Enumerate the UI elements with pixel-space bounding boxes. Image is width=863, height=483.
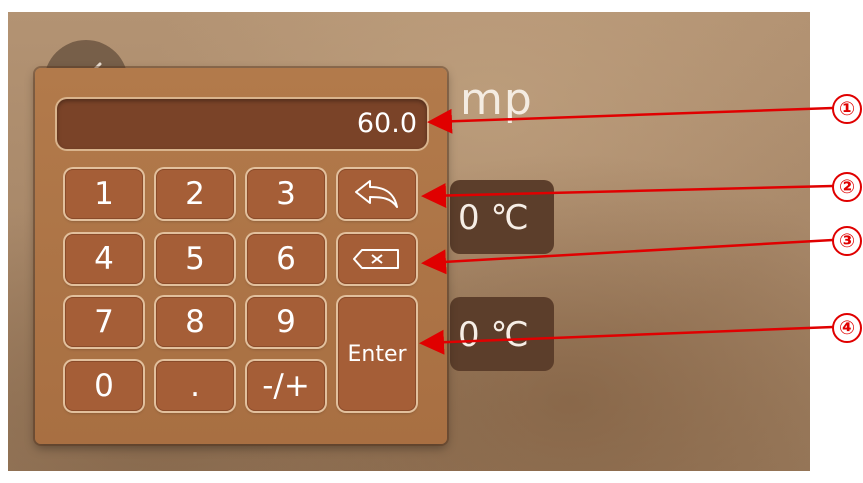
annotation-label-4: ④ [832,313,862,343]
annotation-arrow-2 [421,183,834,209]
annotation-label-1: ① [832,94,862,124]
annotation-arrow-1 [427,106,834,134]
annotation-label-3: ③ [832,226,862,256]
annotation-arrow-3 [421,238,834,275]
annotation-label-2: ② [832,172,862,202]
annotation-arrows [419,106,834,355]
annotation-arrow-4 [419,325,834,355]
